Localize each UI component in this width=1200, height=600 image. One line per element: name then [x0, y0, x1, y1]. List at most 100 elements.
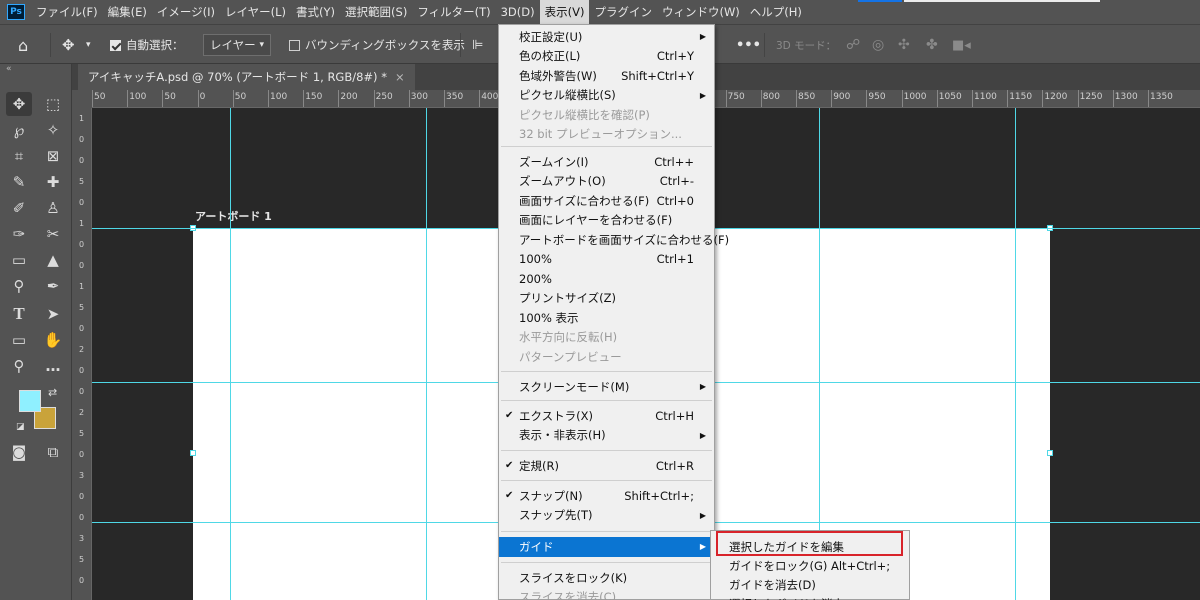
ruler-tick-label: 1100 [974, 92, 997, 102]
separator [764, 33, 765, 57]
view-menu-item[interactable]: アートボードを画面サイズに合わせる(F) [499, 230, 729, 250]
eraser-tool-icon[interactable]: ✂ [40, 222, 66, 246]
collapse-panel-icon[interactable]: « [6, 64, 12, 74]
menu-layer[interactable]: レイヤー(L) [220, 0, 291, 24]
move-tool-icon[interactable]: ✥ [6, 92, 32, 116]
view-menu-item[interactable]: ズームイン(I) Ctrl++ [499, 152, 714, 172]
auto-select-target-dropdown[interactable]: レイヤー ▾ [203, 34, 271, 56]
view-menu-item[interactable]: スクリーンモード(M) ▶ [499, 377, 714, 397]
guide-vertical[interactable] [230, 108, 231, 600]
view-menu-item[interactable]: 200% [499, 269, 714, 289]
artboard-handle[interactable] [1047, 450, 1053, 456]
menu-image[interactable]: イメージ(I) [152, 0, 220, 24]
more-tools-icon[interactable]: … [40, 354, 66, 378]
ruler-tick-label: 0 [79, 198, 85, 207]
menu-select[interactable]: 選択範囲(S) [340, 0, 412, 24]
view-menu-item[interactable]: 校正設定(U) ▶ [499, 27, 714, 47]
marquee-tool-icon[interactable]: ⬚ [40, 92, 66, 116]
view-menu-item-label: プリントサイズ(Z) [519, 291, 617, 306]
view-menu-item[interactable]: ピクセル縦横比(S) ▶ [499, 86, 714, 106]
view-menu-item[interactable]: 画面にレイヤーを合わせる(F) [499, 211, 714, 231]
menu-view[interactable]: 表示(V) [539, 0, 590, 24]
menu-bar: Ps ファイル(F) 編集(E) イメージ(I) レイヤー(L) 書式(Y) 選… [0, 0, 1200, 24]
view-menu-item-label: 画面にレイヤーを合わせる(F) [519, 213, 673, 228]
eyedropper-tool-icon[interactable]: ✎ [6, 170, 32, 194]
view-menu-item[interactable]: 100% Ctrl+1 [499, 250, 714, 270]
view-menu-item[interactable]: 色域外警告(W) Shift+Ctrl+Y [499, 66, 714, 86]
view-menu-item[interactable]: 画面サイズに合わせる(F) Ctrl+0 [499, 191, 714, 211]
align-left-icon[interactable]: ⊫ [472, 25, 483, 65]
show-bbox-checkbox[interactable]: バウンディングボックスを表示 [289, 25, 465, 65]
ruler-origin[interactable] [72, 90, 92, 108]
menu-file[interactable]: ファイル(F) [31, 0, 103, 24]
3d-roll-icon[interactable]: ◎ [872, 25, 884, 65]
view-menu-item[interactable]: ✔ スナップ(N) Shift+Ctrl+; [499, 486, 714, 506]
chevron-down-icon[interactable]: ▾ [86, 25, 91, 65]
dodge-tool-icon[interactable]: ⚲ [6, 274, 32, 298]
healing-brush-tool-icon[interactable]: ✚ [40, 170, 66, 194]
3d-slide-icon[interactable]: ✤ [926, 25, 938, 65]
history-brush-tool-icon[interactable]: ✑ [6, 222, 32, 246]
view-menu-item[interactable]: 色の校正(L) Ctrl+Y [499, 47, 714, 67]
checkmark-icon: ✔ [505, 410, 514, 422]
view-menu-item-label: スナップ先(T) [519, 508, 593, 523]
view-menu-item[interactable]: ガイド ▶ [499, 537, 714, 557]
3d-scale-icon[interactable]: ■◂ [952, 25, 971, 65]
quick-mask-icon[interactable]: ◙ [6, 440, 32, 464]
magic-wand-tool-icon[interactable]: ✧ [40, 118, 66, 142]
artboard-label[interactable]: アートボード 1 [195, 208, 272, 224]
blur-tool-icon[interactable]: ▲ [40, 248, 66, 272]
guide-submenu-item[interactable]: ガイドをロック(G) Alt+Ctrl+; [711, 556, 909, 575]
3d-pan-icon[interactable]: ✣ [898, 25, 910, 65]
hand-tool-icon[interactable]: ✋ [40, 328, 66, 352]
menu-edit[interactable]: 編集(E) [103, 0, 152, 24]
ruler-tick-label: 1200 [1044, 92, 1068, 102]
brush-tool-icon[interactable]: ✐ [6, 196, 32, 220]
guide-vertical[interactable] [1015, 108, 1016, 600]
menu-plugins[interactable]: プラグイン [589, 0, 657, 24]
move-tool-icon[interactable]: ✥ [62, 25, 75, 65]
vertical-ruler[interactable]: 1 0 0 5 0 1 0 0 1 5 0 2 0 0 2 5 0 3 0 0 3 5 0 [72, 108, 92, 600]
view-menu-item[interactable]: 表示・非表示(H) ▶ [499, 426, 714, 446]
view-menu-item[interactable]: ✔ 定規(R) Ctrl+R [499, 456, 714, 476]
guide-submenu-item[interactable]: ガイドを消去(D) [711, 575, 909, 594]
view-menu-item[interactable]: 100% 表示 [499, 308, 714, 328]
view-menu-item[interactable]: ズームアウト(O) Ctrl+- [499, 172, 714, 192]
clone-stamp-tool-icon[interactable]: ♙ [40, 196, 66, 220]
guide-vertical[interactable] [426, 108, 427, 600]
swap-colors-icon[interactable]: ⇄ [48, 386, 57, 399]
crop-tool-icon[interactable]: ⌗ [6, 144, 32, 168]
frame-tool-icon[interactable]: ⊠ [40, 144, 66, 168]
menu-window[interactable]: ウィンドウ(W) [657, 0, 745, 24]
guide-vertical[interactable] [819, 108, 820, 600]
pen-tool-icon[interactable]: ✒ [40, 274, 66, 298]
home-icon[interactable]: ⌂ [18, 25, 28, 65]
menu-type[interactable]: 書式(Y) [291, 0, 340, 24]
artboard-handle[interactable] [190, 450, 196, 456]
menu-help[interactable]: ヘルプ(H) [745, 0, 807, 24]
guide-submenu-item[interactable]: 選択したガイドを消去 [711, 594, 909, 600]
auto-select-checkbox[interactable]: 自動選択： [110, 25, 184, 65]
lasso-tool-icon[interactable]: ℘ [6, 118, 32, 142]
path-selection-tool-icon[interactable]: ➤ [40, 302, 66, 326]
rectangle-tool-icon[interactable]: ▭ [6, 328, 32, 352]
3d-orbit-icon[interactable]: ☍ [846, 25, 860, 65]
view-menu-item[interactable]: スナップ先(T) ▶ [499, 506, 714, 526]
close-icon[interactable]: × [395, 70, 405, 84]
more-options-button[interactable]: ••• [736, 25, 761, 65]
screen-mode-icon[interactable]: ⧉ [40, 440, 66, 464]
menu-separator [501, 480, 712, 481]
zoom-tool-icon[interactable]: ⚲ [6, 354, 32, 378]
view-menu-item-shortcut: Ctrl+H [655, 408, 694, 423]
view-menu-item[interactable]: ✔ エクストラ(X) Ctrl+H [499, 406, 714, 426]
foreground-color-swatch[interactable] [19, 390, 41, 412]
type-tool-icon[interactable]: T [6, 302, 32, 326]
gradient-tool-icon[interactable]: ▭ [6, 248, 32, 272]
menu-filter[interactable]: フィルター(T) [412, 0, 495, 24]
document-tab[interactable]: アイキャッチA.psd @ 70% (アートボード 1, RGB/8#) * × [78, 64, 415, 90]
default-colors-icon[interactable]: ◪ [16, 422, 25, 432]
view-menu-item[interactable]: プリントサイズ(Z) [499, 289, 714, 309]
menu-3d[interactable]: 3D(D) [496, 0, 540, 24]
view-menu-item[interactable]: スライスをロック(K) [499, 568, 714, 588]
ruler-tick-label: 5 [79, 429, 85, 438]
